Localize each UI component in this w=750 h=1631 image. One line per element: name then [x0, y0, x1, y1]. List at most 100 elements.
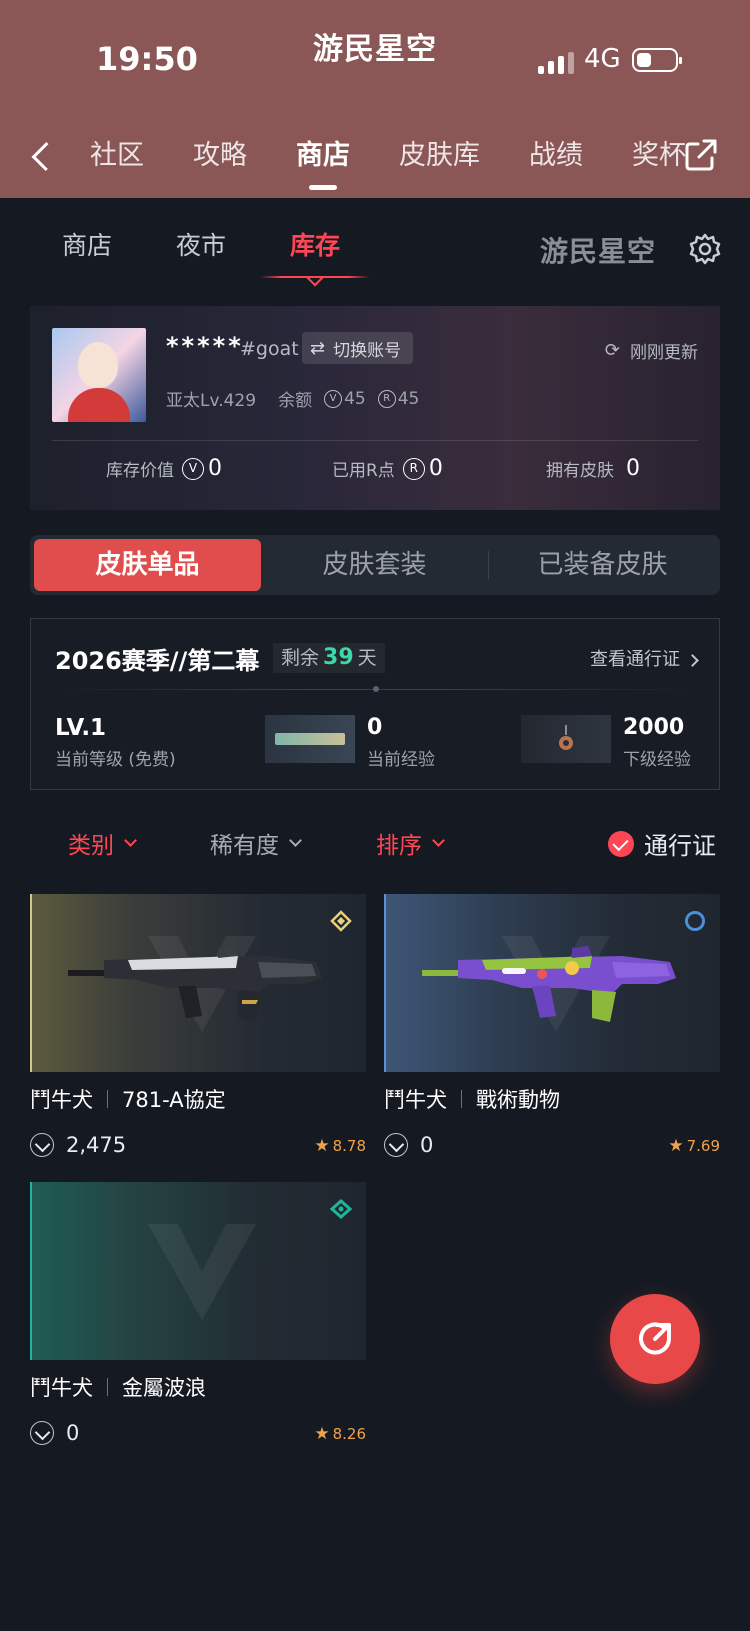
share-icon: [639, 1322, 671, 1355]
share-icon[interactable]: [684, 138, 718, 172]
rp-balance: 45: [397, 388, 420, 409]
current-level-label: 当前等级 (免费): [55, 750, 176, 770]
rp-icon: R: [377, 389, 396, 408]
star-icon: ★: [668, 1136, 684, 1156]
inventory-value-stat: 库存价值 V 0: [106, 456, 222, 481]
skin-price-row: 2,475 ★ 8.78: [30, 1132, 366, 1158]
skin-name: 戰術動物: [476, 1088, 560, 1112]
nav-tab-community[interactable]: 社区: [90, 136, 144, 180]
rarity-diamond-icon: [330, 1198, 352, 1220]
brand-watermark: 游民星空: [540, 235, 657, 268]
days-unit: 天: [357, 647, 377, 669]
view-pass-link[interactable]: 查看通行证: [590, 645, 699, 671]
switch-account-label: 切换账号: [333, 340, 402, 361]
rarity-filter[interactable]: 稀有度: [210, 826, 302, 860]
gear-icon[interactable]: [688, 232, 722, 266]
skin-card[interactable]: 鬥牛犬 781-A協定 2,475 ★ 8.78: [30, 894, 366, 1158]
nav-tab-store[interactable]: 商店: [296, 136, 350, 180]
skin-image: [30, 1182, 366, 1360]
segment-equipped-skins[interactable]: 已装备皮肤: [489, 539, 716, 591]
switch-account-button[interactable]: ⇄ 切换账号: [302, 332, 414, 364]
current-xp-label: 当前经验: [367, 750, 435, 770]
user-tag: #goat: [240, 338, 299, 360]
current-level: LV.1: [55, 715, 107, 741]
nav-tab-guides[interactable]: 攻略: [193, 136, 247, 180]
sub-tab-night-market[interactable]: 夜市: [176, 226, 226, 262]
skin-card[interactable]: 鬥牛犬 金屬波浪 0 ★ 8.26: [30, 1182, 366, 1446]
chevron-right-icon: [686, 654, 699, 667]
next-level-xp: 2000: [623, 715, 685, 740]
sub-tabs: 商店 夜市 库存: [62, 226, 404, 278]
sort-filter[interactable]: 排序: [376, 826, 445, 860]
segment-skin-bundles[interactable]: 皮肤套装: [261, 539, 488, 591]
signal-icon: [538, 52, 574, 74]
chevron-down-icon: [289, 833, 302, 847]
vp-balance: 45: [344, 388, 366, 409]
vp-icon: [384, 1133, 408, 1157]
skin-title: 鬥牛犬 781-A協定: [30, 1084, 366, 1114]
username: *****: [166, 332, 244, 360]
rating-value: 8.26: [332, 1425, 366, 1443]
skins-owned-label: 拥有皮肤: [546, 461, 614, 481]
chevron-down-icon: [124, 833, 137, 847]
remaining-days-badge: 剩余 39 天: [273, 643, 385, 673]
skin-price: 0: [66, 1421, 80, 1445]
skin-price: 2,475: [66, 1133, 127, 1157]
refresh-button[interactable]: ⟳ 刚刚更新: [605, 338, 698, 363]
back-button[interactable]: [28, 136, 56, 176]
skin-rating: ★ 8.78: [314, 1136, 366, 1156]
skin-card[interactable]: 鬥牛犬 戰術動物 0 ★ 7.69: [384, 894, 720, 1158]
nav-tab-records[interactable]: 战绩: [529, 136, 583, 180]
next-reward-thumbnail: [521, 715, 611, 763]
star-icon: ★: [314, 1136, 330, 1156]
skin-weapon: 鬥牛犬: [30, 1088, 93, 1112]
share-fab-button[interactable]: [610, 1294, 700, 1384]
skin-image: [30, 894, 366, 1072]
rp-used-stat: 已用R点 R 0: [332, 456, 443, 481]
network-type: 4G: [584, 44, 621, 74]
season-title: 2026赛季//第二幕: [55, 647, 260, 675]
category-filter[interactable]: 类别: [68, 826, 137, 860]
avatar: [52, 328, 146, 422]
bulldog-rifle-image: [68, 946, 322, 1022]
rating-value: 7.69: [686, 1137, 720, 1155]
star-icon: ★: [314, 1424, 330, 1444]
swap-icon: ⇄: [310, 337, 326, 359]
vp-icon: [30, 1421, 54, 1445]
remain-days: 39: [323, 645, 354, 670]
category-filter-label: 类别: [68, 833, 114, 859]
refresh-label: 刚刚更新: [630, 343, 698, 363]
balance-label: 余额: [278, 391, 313, 411]
rp-used-value: 0: [428, 456, 443, 481]
skin-weapon: 鬥牛犬: [384, 1088, 447, 1112]
rarity-circle-icon: [685, 911, 705, 931]
segment-single-skins[interactable]: 皮肤单品: [34, 539, 261, 591]
rp-icon: R: [402, 457, 425, 480]
nav-tab-trophies[interactable]: 奖杯: [632, 136, 686, 180]
sub-tab-inventory[interactable]: 库存: [260, 226, 371, 278]
rp-used-label: 已用R点: [332, 461, 395, 481]
battle-pass-card: 2026赛季//第二幕 剩余 39 天 查看通行证 LV.1 当前等级 (免费) 0…: [30, 618, 720, 790]
bulldog-rifle-image: [422, 946, 676, 1022]
skin-name: 金屬波浪: [122, 1376, 206, 1400]
skin-rating: ★ 7.69: [668, 1136, 720, 1156]
app-header: 19:50 游民星空 4G 社区 攻略 商店 皮肤库 战绩 奖杯: [0, 0, 750, 198]
current-xp: 0: [367, 715, 383, 740]
skin-rating: ★ 8.26: [314, 1424, 366, 1444]
remain-label: 剩余: [281, 647, 320, 669]
chevron-down-icon: [432, 833, 445, 847]
current-reward-thumbnail: [265, 715, 355, 763]
next-level-xp-label: 下级经验: [623, 750, 691, 770]
inventory-value: 0: [208, 456, 222, 481]
sub-tab-store[interactable]: 商店: [62, 226, 112, 262]
pass-filter-label: 通行证: [644, 832, 716, 860]
rarity-diamond-icon: [330, 910, 352, 932]
nav-tab-skin-library[interactable]: 皮肤库: [399, 136, 480, 180]
skin-price-row: 0 ★ 7.69: [384, 1132, 720, 1158]
check-icon: [608, 830, 634, 857]
top-nav: 社区 攻略 商店 皮肤库 战绩 奖杯: [90, 136, 735, 180]
pass-filter-checkbox[interactable]: 通行证: [608, 826, 716, 861]
skin-name: 781-A協定: [122, 1088, 226, 1112]
vp-icon: V: [182, 457, 204, 480]
sort-filter-label: 排序: [376, 833, 422, 859]
